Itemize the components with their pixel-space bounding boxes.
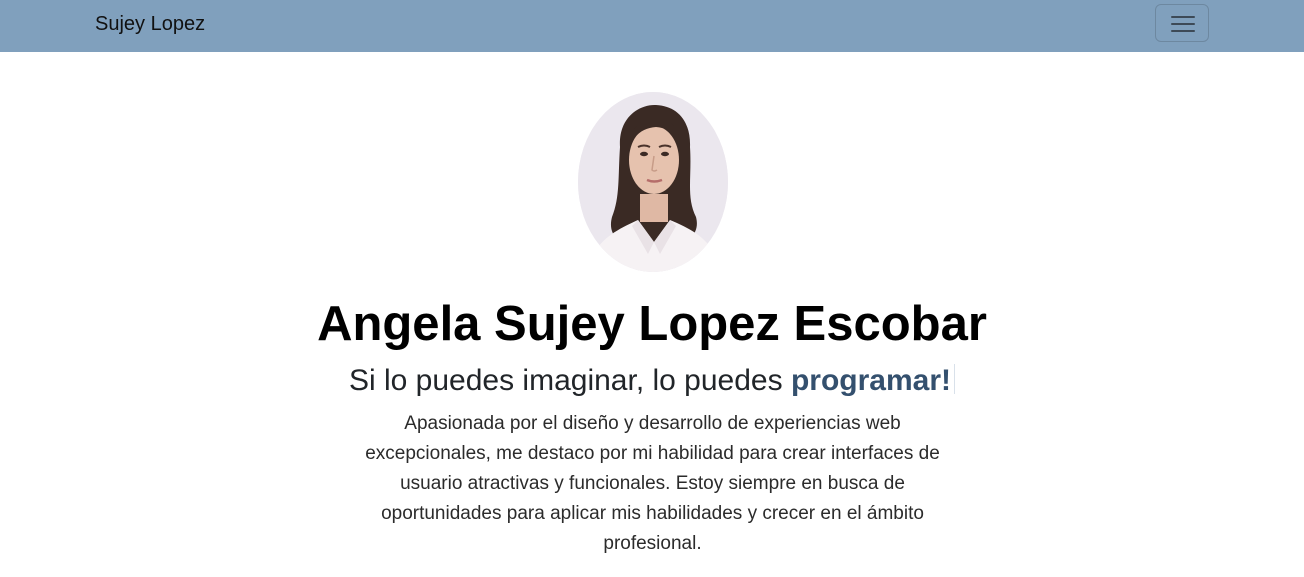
profile-name-heading: Angela Sujey Lopez Escobar	[317, 297, 987, 351]
tagline-highlight: programar!	[790, 364, 951, 397]
navbar-toggle-button[interactable]	[1155, 4, 1209, 42]
profile-photo	[578, 92, 728, 272]
brand-link[interactable]: Sujey Lopez	[95, 12, 205, 36]
tagline: Si lo puedes imaginar, lo puedes program…	[0, 363, 1304, 399]
top-navbar: Sujey Lopez	[0, 0, 1304, 52]
typing-cursor	[954, 364, 955, 394]
hamburger-menu-icon	[1171, 16, 1195, 32]
bio-paragraph: Apasionada por el diseño y desarrollo de…	[365, 413, 940, 554]
tagline-text: Si lo puedes imaginar, lo puedes	[348, 364, 791, 397]
